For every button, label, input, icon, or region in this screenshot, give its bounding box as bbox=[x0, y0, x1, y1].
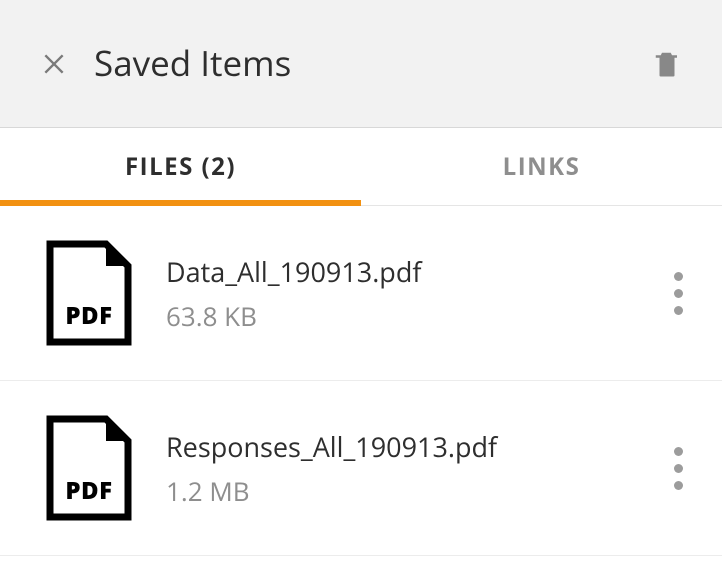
file-pdf-icon: PDF bbox=[46, 240, 132, 346]
file-size: 63.8 KB bbox=[166, 298, 658, 334]
tabs: FILES (2) LINKS bbox=[0, 128, 722, 206]
file-name: Responses_All_190913.pdf bbox=[166, 428, 658, 465]
file-list: PDF Data_All_190913.pdf 63.8 KB PDF Resp… bbox=[0, 206, 722, 556]
file-type-badge: PDF bbox=[46, 299, 132, 332]
close-button[interactable] bbox=[40, 50, 68, 78]
close-icon bbox=[41, 51, 67, 77]
file-row[interactable]: PDF Data_All_190913.pdf 63.8 KB bbox=[0, 206, 722, 381]
trash-icon bbox=[652, 47, 682, 81]
file-pdf-icon: PDF bbox=[46, 415, 132, 521]
tab-links-label: LINKS bbox=[503, 150, 581, 183]
header: Saved Items bbox=[0, 0, 722, 128]
more-vertical-icon bbox=[674, 447, 683, 490]
file-row[interactable]: PDF Responses_All_190913.pdf 1.2 MB bbox=[0, 381, 722, 556]
file-size: 1.2 MB bbox=[166, 473, 658, 509]
file-info: Responses_All_190913.pdf 1.2 MB bbox=[166, 428, 658, 509]
tab-files[interactable]: FILES (2) bbox=[0, 128, 361, 205]
file-info: Data_All_190913.pdf 63.8 KB bbox=[166, 253, 658, 334]
tab-files-label: FILES (2) bbox=[125, 150, 236, 183]
tab-links[interactable]: LINKS bbox=[361, 128, 722, 205]
file-name: Data_All_190913.pdf bbox=[166, 253, 658, 290]
more-options-button[interactable] bbox=[658, 263, 698, 323]
more-vertical-icon bbox=[674, 272, 683, 315]
page-title: Saved Items bbox=[94, 40, 650, 87]
delete-button[interactable] bbox=[650, 47, 684, 81]
more-options-button[interactable] bbox=[658, 438, 698, 498]
file-type-badge: PDF bbox=[46, 474, 132, 507]
